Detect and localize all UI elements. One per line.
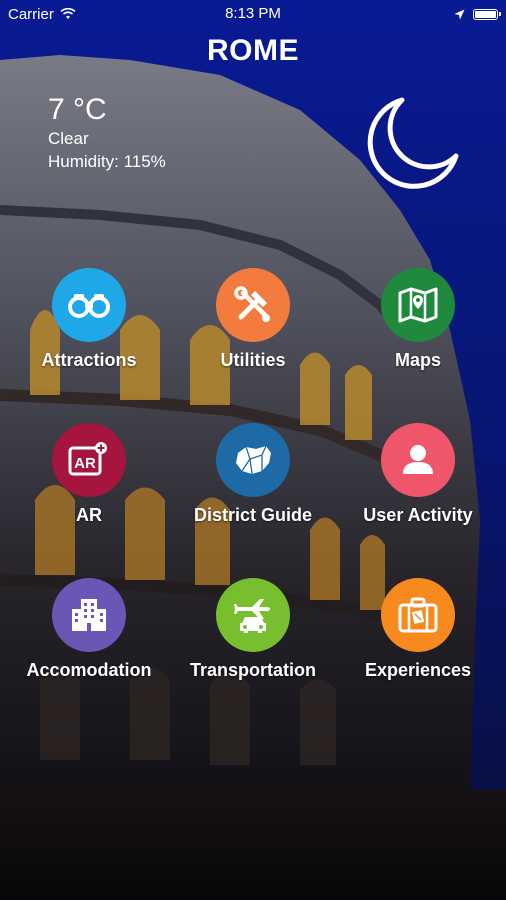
menu-label-attractions: Attractions [41, 350, 137, 370]
menu-item-maps[interactable]: Maps [333, 268, 503, 371]
humidity: Humidity: 115% [48, 152, 166, 171]
moon-icon [367, 97, 459, 189]
menu-label-maps: Maps [394, 350, 441, 370]
menu-label-user-activity: User Activity [363, 505, 473, 525]
accomodation-circle [52, 578, 126, 652]
suitcase-icon [398, 597, 438, 633]
menu-label-ar: AR [76, 505, 102, 525]
user-icon [403, 445, 433, 474]
district-guide-circle [216, 423, 290, 497]
building-icon [72, 599, 106, 631]
svg-text:AR: AR [74, 455, 96, 472]
transportation-circle [216, 578, 290, 652]
menu-label-utilities: Utilities [220, 350, 286, 370]
menu-item-user-activity[interactable]: User Activity [333, 423, 503, 526]
temperature: 7 °C [48, 93, 107, 126]
tools-icon [234, 286, 270, 322]
menu-label-experiences: Experiences [364, 660, 472, 680]
maps-circle [381, 268, 455, 342]
menu-item-ar[interactable]: AR AR [4, 423, 174, 526]
district-map-icon [236, 445, 271, 475]
menu-item-utilities[interactable]: Utilities [168, 268, 338, 371]
binoculars-icon [68, 294, 110, 318]
menu-item-experiences[interactable]: Experiences [333, 578, 503, 681]
weather-panel: 7 °C Clear Humidity: 115% [48, 93, 166, 173]
user-activity-circle [381, 423, 455, 497]
menu-item-attractions[interactable]: Attractions [4, 268, 174, 371]
city-title: ROME [207, 34, 299, 67]
transport-icon [234, 599, 270, 633]
menu-label-district-guide: District Guide [193, 505, 313, 525]
experiences-circle [381, 578, 455, 652]
menu-item-district-guide[interactable]: District Guide [168, 423, 338, 526]
ar-icon: AR [68, 442, 107, 476]
utilities-circle [216, 268, 290, 342]
weather-condition: Clear [48, 129, 89, 148]
menu-item-transportation[interactable]: Transportation [168, 578, 338, 681]
menu-label-accomodation: Accomodation [26, 660, 152, 680]
status-time: 8:13 PM [225, 5, 281, 22]
map-icon [398, 287, 438, 323]
attractions-circle [52, 268, 126, 342]
ar-circle: AR [52, 423, 126, 497]
menu-label-transportation: Transportation [189, 660, 316, 680]
menu-item-accomodation[interactable]: Accomodation [4, 578, 174, 681]
